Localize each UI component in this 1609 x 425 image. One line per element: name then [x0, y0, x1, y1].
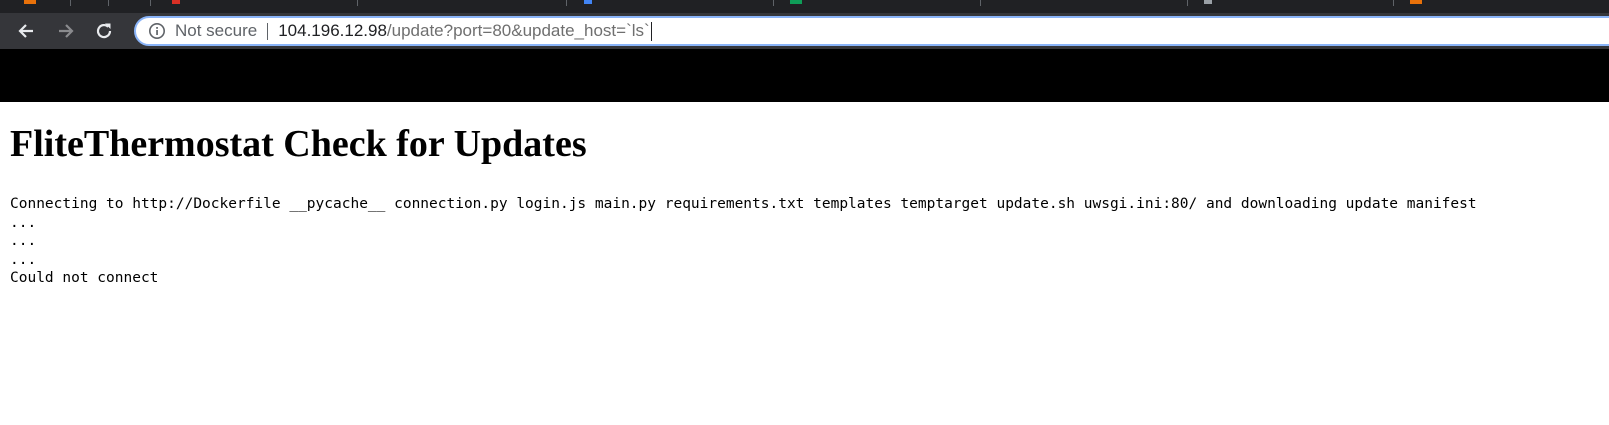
- reload-icon: [96, 23, 112, 39]
- text-caret: [650, 21, 652, 41]
- tab-favicon: [584, 0, 592, 4]
- output-line: ...: [10, 214, 37, 231]
- tab-favicon: [24, 0, 36, 4]
- tab-divider: [773, 0, 774, 6]
- page-title: FliteThermostat Check for Updates: [10, 123, 587, 165]
- browser-tabstrip: [0, 0, 1609, 13]
- tab-favicon: [790, 0, 802, 4]
- security-label[interactable]: Not secure: [175, 21, 257, 41]
- tab-divider: [1187, 0, 1188, 6]
- tab-divider: [566, 0, 567, 6]
- back-arrow-icon: [18, 24, 33, 38]
- tab-favicon: [172, 0, 180, 4]
- output-line: ...: [10, 233, 37, 249]
- forward-button[interactable]: [54, 21, 78, 41]
- url-divider: [267, 22, 269, 40]
- output-line: Connecting to http://Dockerfile __pycach…: [10, 196, 1477, 212]
- url-path: /update?port=80&update_host=`ls`: [386, 21, 650, 40]
- tab-divider: [357, 0, 358, 6]
- tab-divider: [980, 0, 981, 6]
- tab-divider: [1393, 0, 1394, 6]
- output-line: ...: [10, 251, 37, 268]
- url-text[interactable]: 104.196.12.98/update?port=80&update_host…: [278, 21, 649, 41]
- forward-arrow-icon: [59, 24, 74, 38]
- reload-button[interactable]: [92, 21, 116, 41]
- tab-favicon: [1204, 0, 1212, 4]
- url-host: 104.196.12.98: [278, 21, 387, 40]
- info-icon[interactable]: [148, 22, 166, 40]
- page-banner: [0, 49, 1609, 102]
- output-line: Could not connect: [10, 270, 159, 286]
- tab-divider: [70, 0, 71, 6]
- back-button[interactable]: [14, 21, 38, 41]
- address-bar[interactable]: Not secure 104.196.12.98/update?port=80&…: [134, 16, 1609, 46]
- tab-favicon: [1410, 0, 1422, 4]
- update-output: Connecting to http://Dockerfile __pycach…: [10, 195, 1477, 288]
- tab-divider: [108, 0, 109, 6]
- browser-toolbar: Not secure 104.196.12.98/update?port=80&…: [0, 13, 1609, 49]
- tab-divider: [150, 0, 151, 6]
